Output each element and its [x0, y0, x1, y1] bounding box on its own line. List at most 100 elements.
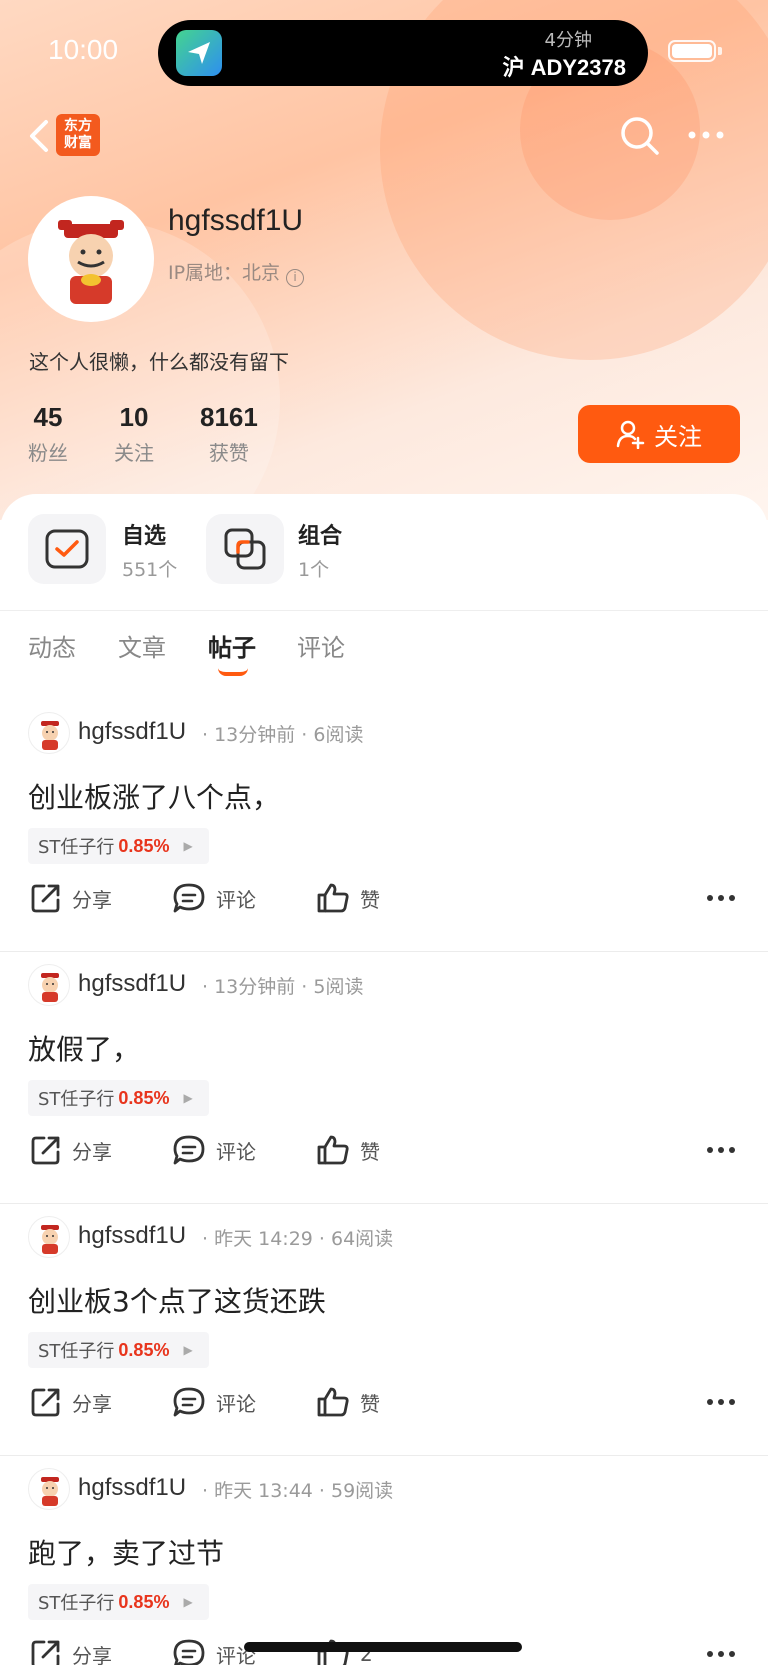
stat-label: 粉丝: [28, 441, 68, 465]
share-icon: [31, 1640, 60, 1665]
search-icon[interactable]: [618, 114, 662, 158]
tab-posts[interactable]: 帖子: [208, 628, 256, 663]
post-username[interactable]: hgfssdf1U: [78, 1222, 186, 1250]
watchlist-icon: [45, 529, 89, 569]
stat-following[interactable]: 10 关注: [114, 402, 154, 466]
thumbs-up-icon: [317, 1387, 349, 1417]
like-label: 赞: [360, 887, 380, 912]
brand-line: 财富: [64, 135, 92, 151]
portfolio-title[interactable]: 组合: [298, 518, 342, 550]
comment-label: 评论: [216, 1139, 256, 1164]
home-indicator: [244, 1642, 522, 1652]
caret-right-icon: ▶: [183, 1343, 193, 1357]
comment-button[interactable]: 评论: [172, 1638, 256, 1665]
comment-label: 评论: [216, 1391, 256, 1416]
info-icon[interactable]: i: [286, 269, 305, 287]
tab-comments[interactable]: 评论: [297, 628, 345, 663]
island-plate: 沪 ADY2378: [502, 55, 626, 80]
like-button[interactable]: 赞: [316, 1134, 380, 1166]
battery-cap: [718, 47, 722, 55]
post-text[interactable]: 放假了，: [28, 1028, 140, 1068]
stock-tag[interactable]: ST任子行 0.85% ▶: [28, 1584, 209, 1620]
share-label: 分享: [72, 1139, 112, 1164]
tab-articles[interactable]: 文章: [118, 628, 166, 663]
share-label: 分享: [72, 887, 112, 912]
post-item[interactable]: hgfssdf1U · 13分钟前 · 5阅读 放假了， ST任子行 0.85%…: [0, 952, 768, 1204]
thumbs-up-icon: [317, 1135, 349, 1165]
avatar[interactable]: [28, 196, 154, 322]
caret-right-icon: ▶: [183, 1595, 193, 1609]
post-item[interactable]: hgfssdf1U · 13分钟前 · 6阅读 创业板涨了八个点， ST任子行 …: [0, 700, 768, 952]
stat-value: 10: [119, 402, 149, 432]
post-item[interactable]: hgfssdf1U · 昨天 14:29 · 64阅读 创业板3个点了这货还跌 …: [0, 1204, 768, 1456]
portfolio-icon: [224, 528, 266, 570]
profile-bio: 这个人很懒，什么都没有留下: [29, 350, 289, 374]
portfolio-count: 1个: [298, 559, 330, 581]
stat-label: 关注: [114, 441, 154, 465]
share-icon: [31, 884, 60, 913]
watchlist-count: 551个: [122, 559, 178, 581]
stock-tag[interactable]: ST任子行 0.85% ▶: [28, 828, 209, 864]
portfolio-icon-box[interactable]: [206, 514, 284, 584]
stock-change: 0.85%: [118, 1591, 170, 1612]
stat-followers[interactable]: 45 粉丝: [28, 402, 68, 466]
post-avatar[interactable]: [28, 1216, 70, 1258]
comment-button[interactable]: 评论: [172, 1386, 256, 1418]
ip-location: IP属地：北京 i: [168, 258, 305, 287]
share-button[interactable]: 分享: [30, 1386, 112, 1418]
caret-right-icon: ▶: [183, 1091, 193, 1105]
brand-line: 东方: [64, 118, 92, 134]
comment-button[interactable]: 评论: [172, 1134, 256, 1166]
tab-dynamics[interactable]: 动态: [28, 628, 76, 663]
like-button[interactable]: 赞: [316, 1386, 380, 1418]
stock-name: ST任子行: [38, 837, 115, 858]
battery-icon: [668, 40, 716, 62]
more-icon[interactable]: [706, 1644, 736, 1664]
back-icon[interactable]: [24, 116, 56, 156]
post-avatar[interactable]: [28, 1468, 70, 1510]
active-tab-indicator: [218, 668, 248, 676]
stat-likes[interactable]: 8161 获赞: [200, 402, 258, 466]
divider: [0, 610, 768, 611]
post-item[interactable]: hgfssdf1U · 昨天 13:44 · 59阅读 跑了，卖了过节 ST任子…: [0, 1456, 768, 1665]
watchlist-icon-box[interactable]: [28, 514, 106, 584]
ip-location-text: IP属地：北京: [168, 262, 281, 284]
follow-button[interactable]: 关注: [578, 405, 740, 463]
more-icon[interactable]: [706, 1392, 736, 1412]
comment-label: 评论: [216, 887, 256, 912]
share-icon: [31, 1388, 60, 1417]
like-label: 赞: [360, 1391, 380, 1416]
post-avatar[interactable]: [28, 712, 70, 754]
status-time: 10:00: [48, 34, 119, 65]
post-username[interactable]: hgfssdf1U: [78, 1474, 186, 1502]
comment-icon: [173, 883, 205, 913]
share-button[interactable]: 分享: [30, 1638, 112, 1665]
comment-button[interactable]: 评论: [172, 882, 256, 914]
share-button[interactable]: 分享: [30, 882, 112, 914]
post-meta: · 昨天 13:44 · 59阅读: [202, 1480, 394, 1502]
post-username[interactable]: hgfssdf1U: [78, 970, 186, 998]
post-meta: · 13分钟前 · 5阅读: [202, 976, 364, 998]
more-icon[interactable]: [706, 888, 736, 908]
caret-right-icon: ▶: [183, 839, 193, 853]
stock-name: ST任子行: [38, 1341, 115, 1362]
share-label: 分享: [72, 1391, 112, 1416]
comment-icon: [173, 1639, 205, 1665]
post-text[interactable]: 创业板3个点了这货还跌: [28, 1280, 326, 1320]
more-icon[interactable]: [706, 1140, 736, 1160]
post-text[interactable]: 跑了，卖了过节: [28, 1532, 224, 1572]
comment-icon: [173, 1387, 205, 1417]
post-username[interactable]: hgfssdf1U: [78, 718, 186, 746]
more-icon[interactable]: [684, 120, 728, 150]
watchlist-title[interactable]: 自选: [122, 518, 166, 550]
post-meta: · 昨天 14:29 · 64阅读: [202, 1228, 394, 1250]
post-text[interactable]: 创业板涨了八个点，: [28, 776, 280, 816]
post-avatar[interactable]: [28, 964, 70, 1006]
comment-icon: [173, 1135, 205, 1165]
stat-label: 获赞: [208, 441, 249, 465]
dynamic-island[interactable]: 4分钟 沪 ADY2378: [158, 20, 648, 86]
stock-tag[interactable]: ST任子行 0.85% ▶: [28, 1080, 209, 1116]
like-button[interactable]: 赞: [316, 882, 380, 914]
share-button[interactable]: 分享: [30, 1134, 112, 1166]
stock-tag[interactable]: ST任子行 0.85% ▶: [28, 1332, 209, 1368]
